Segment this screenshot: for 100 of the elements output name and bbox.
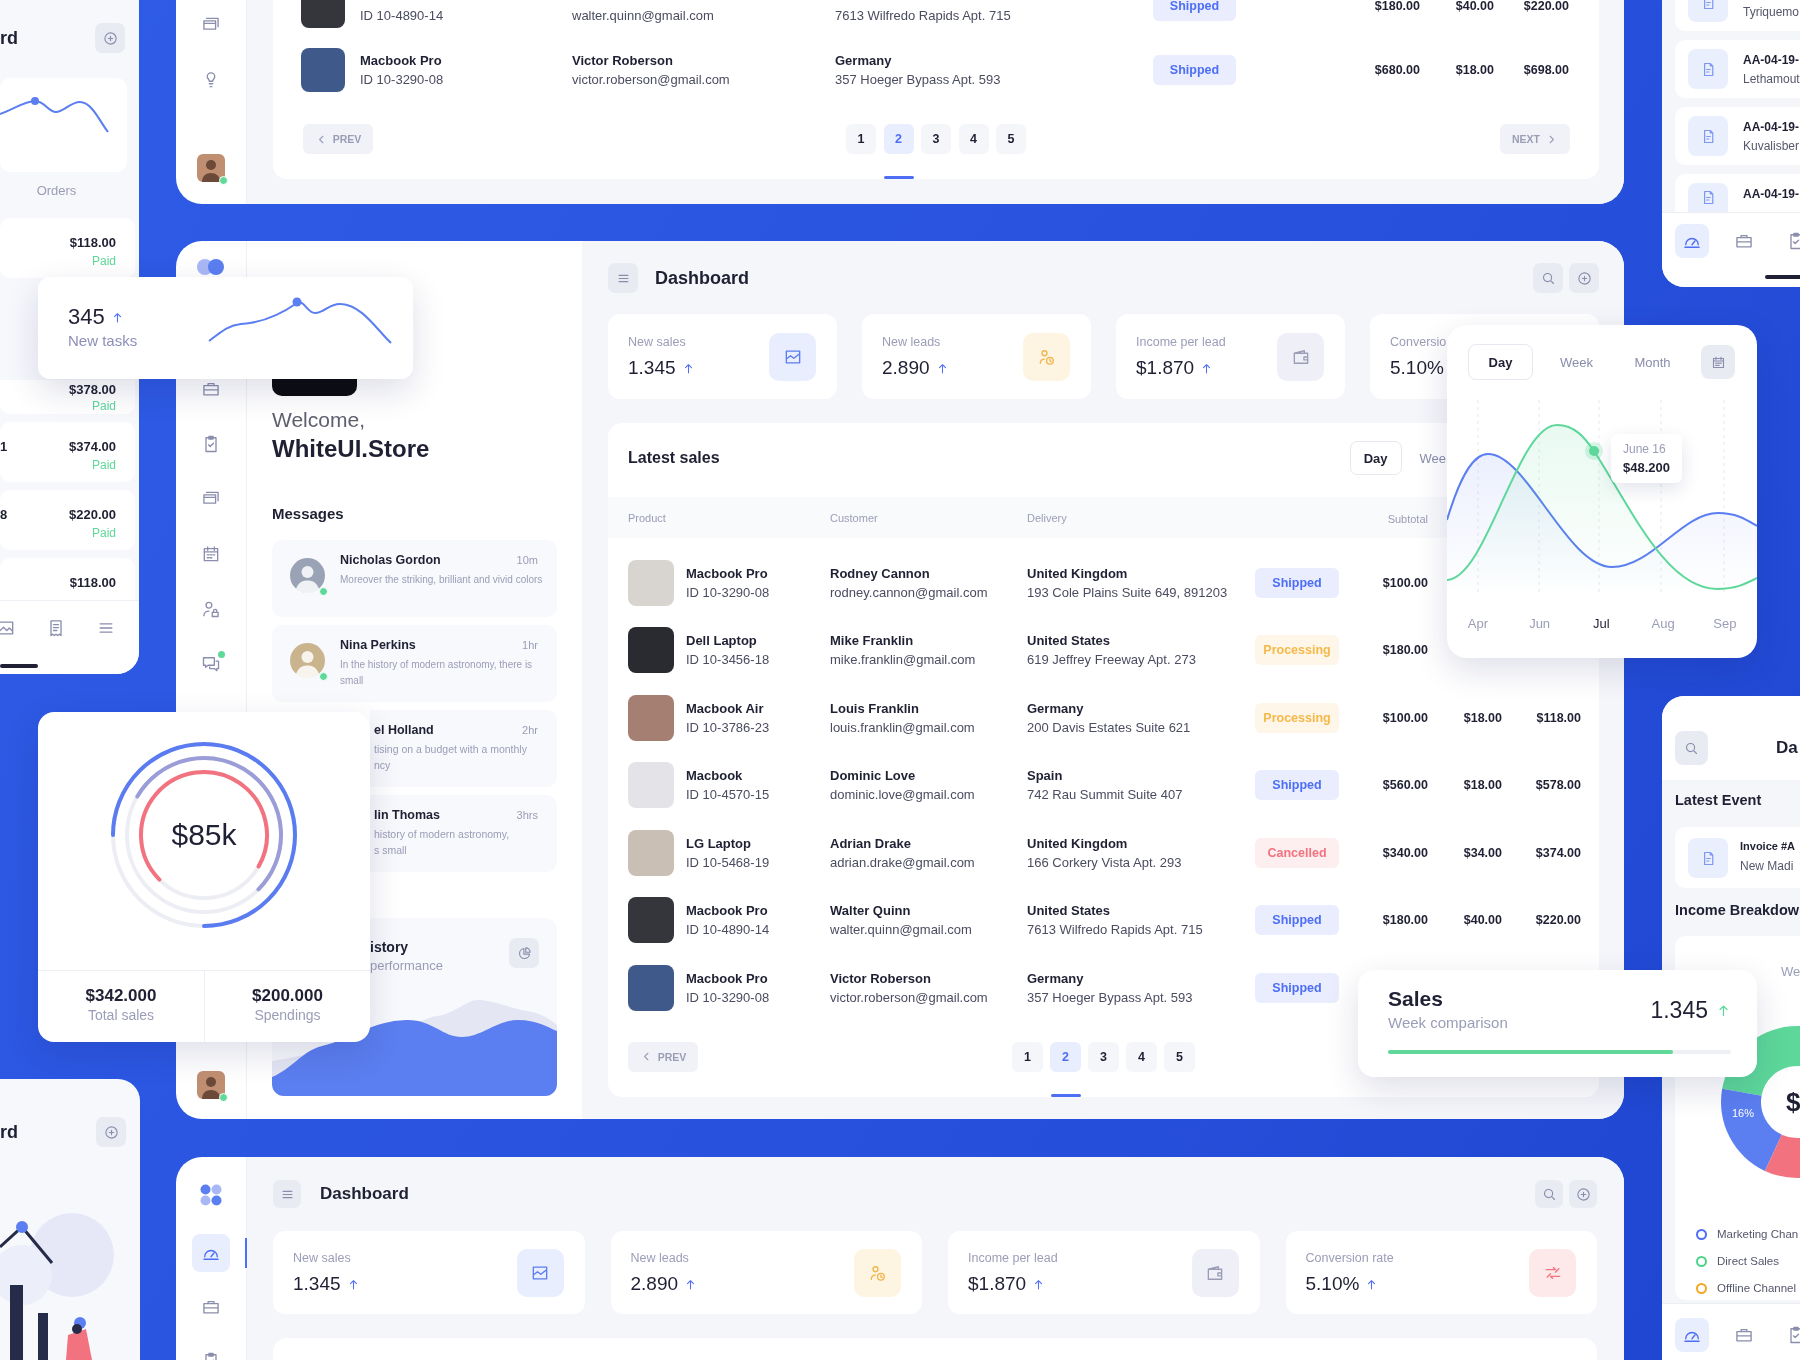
card-subtitle: Week comparison [1388,1013,1508,1033]
product-name: Macbook Pro [686,969,769,988]
price-value: $340.00 [1382,845,1428,860]
price-value: $220.00 [1523,0,1569,13]
delivery-address: 200 Davis Estates Suite 621 [1027,718,1192,737]
payment-status: Paid [91,398,116,414]
delivery-address: 7613 Wilfredo Rapids Apt. 715 [835,7,1012,25]
customer-name: Adrian Drake [830,834,912,853]
tab-button[interactable] [1675,1318,1709,1352]
delivery-country: United Kingdom [1027,834,1129,853]
invoice-number: AA-04-19- [1743,119,1800,135]
message-card[interactable]: Nina Perkins 1hr In the history of modern astronomy, there is small [272,625,557,702]
page-title: Dashboard [655,267,750,289]
product-id: ID 10-3290-08 [360,71,444,89]
calendar-icon[interactable] [201,544,221,564]
tooltip-value: $48.200 [1623,460,1670,475]
greeting-text: Welcome, [272,408,365,432]
product-photo [628,964,674,1011]
donut-center-value: $ [1786,1087,1800,1117]
period-tab[interactable]: Day [1468,344,1533,380]
slice-label: 16% [1732,1107,1754,1119]
sender-name: Nina Perkins [340,638,416,652]
page-button[interactable]: 2 [1050,1041,1081,1072]
search-button[interactable] [1675,731,1708,765]
data-point[interactable] [1585,442,1603,460]
ring-center-value: $85k [171,817,237,853]
stat-value: $342.000 [85,986,157,1006]
add-button[interactable] [1569,263,1599,293]
add-button[interactable] [1569,1180,1597,1208]
product-name: Macbook Pro [360,52,443,70]
price-value: $18.00 [1463,778,1502,793]
sender-name: el Holland [374,723,434,737]
card-title: Latest sales [628,449,720,467]
product-id: ID 10-4890-14 [686,921,770,940]
stat-label: Conversion rate [1305,1250,1394,1267]
invoice-card[interactable]: AA-04-19- [1675,174,1800,212]
status-badge: Shipped [1153,55,1236,85]
search-icon [1541,1186,1557,1202]
chat-icon[interactable] [201,654,221,674]
add-button[interactable] [96,1117,126,1147]
page-button[interactable]: 3 [921,124,951,154]
order-card[interactable]: $378.00 Paid [0,380,135,414]
invoice-card[interactable]: Tyriquemo [1675,0,1800,31]
customer-email: adrian.drake@gmail.com [830,853,976,872]
chart-button[interactable] [509,938,539,968]
page-button[interactable]: 4 [958,124,989,154]
order-card[interactable]: $118.00 Paid [0,218,135,278]
page-title: Dashboard [320,1184,409,1204]
period-tab[interactable]: Day [1349,441,1402,475]
wallet-icon [1277,332,1324,381]
delivery-country: Germany [1027,699,1085,718]
product-photo [301,48,345,92]
add-button[interactable] [95,23,125,53]
message-card[interactable]: Nicholas Gordon 10m Moreover the striking, brilliant and vivid colors [272,540,557,617]
status-badge: Shipped [1255,770,1339,801]
search-button[interactable] [1535,1180,1563,1208]
user-clock-icon [1023,332,1070,381]
page-indicator [883,176,914,179]
stat-label: Total sales [87,1006,155,1024]
delivery-address: 357 Hoeger Bypass Apt. 593 [1027,988,1194,1007]
order-amount: $374.00 [69,439,116,455]
page-button[interactable]: 4 [1126,1041,1157,1072]
user-lock-icon[interactable] [201,599,221,619]
order-card[interactable]: $118.00 [0,558,135,600]
user-clock-icon [854,1248,901,1297]
message-card[interactable]: el Holland 2hr tising on a budget with a monthly ncy [370,710,557,787]
product-name: Macbook Pro [686,564,769,583]
delivery-country: United States [1027,632,1112,651]
menu-button[interactable] [273,1180,301,1208]
stat-label: Income per lead [968,1250,1058,1267]
invoice-card[interactable]: AA-04-19- Lethamout [1675,40,1800,98]
delivery-address: 7613 Wilfredo Rapids Apt. 715 [1027,921,1204,940]
search-icon [1540,270,1556,286]
active-indicator [245,1238,247,1268]
search-button[interactable] [1533,263,1563,293]
avatar-icon[interactable] [197,154,225,182]
nav-button[interactable] [192,1234,230,1272]
invoice-client: Lethamout [1743,71,1800,87]
status-badge: Shipped [1255,905,1339,936]
status-badge: Shipped [1153,0,1236,21]
order-card[interactable]: 1 $374.00 Paid [0,422,135,482]
page-button[interactable]: 1 [846,124,876,154]
task-label: New tasks [68,331,138,351]
menu-button[interactable] [608,263,638,293]
order-card[interactable]: 8 $220.00 Paid [0,490,135,550]
page-button[interactable]: 5 [996,124,1026,154]
page-button[interactable]: 2 [883,124,914,154]
customer-email: mike.franklin@gmail.com [830,651,977,670]
logo-icon[interactable] [199,1183,223,1207]
page-button[interactable]: 1 [1012,1041,1043,1072]
page-button[interactable]: 5 [1164,1041,1195,1072]
page-button[interactable]: 3 [1088,1041,1119,1072]
avatar-icon[interactable] [197,1070,225,1099]
event-card[interactable]: Invoice #A New Madi [1675,827,1800,888]
logo-icon[interactable] [196,258,226,276]
invoice-card[interactable]: AA-04-19- Kuvalisber [1675,107,1800,165]
calendar-button[interactable] [1701,345,1735,379]
message-card[interactable]: lin Thomas 3hrs history of modern astronomy, s small [370,795,557,872]
tab-button[interactable] [1675,224,1709,258]
card-title: Sales [1388,986,1443,1012]
